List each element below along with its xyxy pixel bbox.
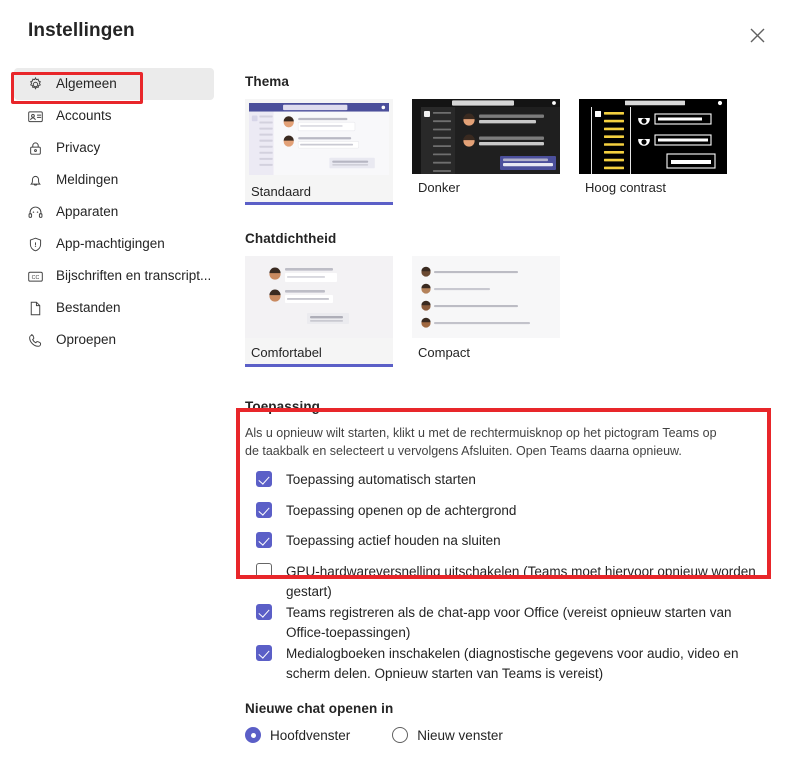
theme-option-donker[interactable]: Donker: [412, 99, 560, 205]
theme-option-hoog-contrast[interactable]: Hoog contrast: [579, 99, 727, 205]
application-checkbox-row[interactable]: Teams registreren als de chat-app voor O…: [245, 603, 786, 642]
application-checkbox-label: Toepassing actief houden na sluiten: [286, 533, 501, 549]
sidebar-item-bijschriften-en-transcript[interactable]: CC Bijschriften en transcript...: [14, 260, 214, 292]
theme-preview-image: [412, 99, 560, 174]
checkbox-checked-icon[interactable]: [256, 501, 272, 518]
chat-density-options: Comfortabel Compact: [245, 256, 786, 367]
application-checkbox-row[interactable]: Toepassing openen op de achtergrond: [245, 501, 786, 521]
application-checkbox-row[interactable]: Toepassing automatisch starten: [245, 470, 786, 490]
headset-icon: [26, 203, 44, 221]
chat-density-preview-image: [412, 256, 560, 338]
application-description: Als u opnieuw wilt starten, klikt u met …: [245, 426, 717, 459]
close-icon: [750, 28, 765, 43]
sidebar-item-app-machtigingen[interactable]: App-machtigingen: [14, 228, 214, 260]
theme-option-label: Donker: [418, 180, 460, 195]
new-chat-radio-label: Hoofdvenster: [270, 727, 351, 743]
chat-density-option-compact[interactable]: Compact: [412, 256, 560, 367]
application-checkbox-label: GPU-hardwareversnelling uitschakelen (Te…: [286, 563, 756, 599]
application-section-title: Toepassing: [245, 399, 321, 414]
application-checkbox-label: Toepassing openen op de achtergrond: [286, 502, 517, 518]
svg-text:CC: CC: [31, 275, 39, 281]
new-chat-options: Hoofdvenster Nieuw venster: [245, 727, 786, 744]
sidebar-item-meldingen[interactable]: Meldingen: [14, 164, 214, 196]
checkbox-checked-icon[interactable]: [256, 471, 272, 488]
radio-unselected-icon[interactable]: [392, 727, 409, 744]
theme-option-label: Hoog contrast: [585, 180, 666, 195]
chat-density-option-comfortabel[interactable]: Comfortabel: [245, 256, 393, 367]
gear-icon: [26, 75, 44, 93]
sidebar-item-apparaten[interactable]: Apparaten: [14, 196, 214, 228]
chat-density-section-title: Chatdichtheid: [245, 231, 337, 246]
application-checkbox-row[interactable]: GPU-hardwareversnelling uitschakelen (Te…: [245, 562, 786, 601]
sidebar-item-label: App-machtigingen: [56, 236, 165, 252]
sidebar-item-bestanden[interactable]: Bestanden: [14, 292, 214, 324]
theme-option-label: Standaard: [245, 178, 393, 205]
settings-sidebar: Algemeen Accounts Privacy Meldingen Apparate…: [0, 68, 228, 356]
theme-option-standaard[interactable]: Standaard: [245, 99, 393, 205]
new-chat-radio-nieuw-venster[interactable]: Nieuw venster: [392, 727, 503, 744]
chat-density-option-label: Compact: [418, 345, 471, 360]
sidebar-item-label: Accounts: [56, 108, 112, 124]
chat-density-section: Chatdichtheid Comfortabel Compact: [245, 231, 786, 367]
sidebar-item-label: Privacy: [56, 140, 101, 156]
new-chat-radio-label: Nieuw venster: [417, 727, 503, 743]
sidebar-item-label: Algemeen: [56, 76, 117, 92]
page-title: Instellingen: [28, 20, 135, 41]
checkbox-checked-icon[interactable]: [256, 645, 272, 662]
sidebar-item-algemeen[interactable]: Algemeen: [14, 68, 214, 100]
settings-dialog: Instellingen Algemeen Accounts Privacy Meld…: [0, 0, 786, 775]
sidebar-item-label: Bijschriften en transcript...: [56, 268, 212, 284]
chat-density-option-label: Comfortabel: [245, 338, 393, 367]
application-checkbox-row[interactable]: Toepassing actief houden na sluiten: [245, 531, 786, 551]
theme-options: Standaard Donker Hoog contrast: [245, 99, 786, 205]
new-chat-section-title: Nieuwe chat openen in: [245, 701, 394, 717]
theme-section-title: Thema: [245, 74, 290, 89]
checkbox-checked-icon[interactable]: [256, 604, 272, 621]
application-checkbox-label: Medialogboeken inschakelen (diagnostisch…: [286, 646, 739, 681]
radio-selected-icon[interactable]: [245, 727, 261, 744]
application-checkbox-label: Toepassing automatisch starten: [286, 472, 476, 488]
theme-preview-image: [245, 99, 393, 178]
application-checkbox-row[interactable]: Medialogboeken inschakelen (diagnostisch…: [245, 644, 786, 683]
checkbox-unchecked-icon[interactable]: [256, 562, 272, 579]
shield-icon: [26, 235, 44, 253]
lock-icon: [26, 139, 44, 157]
id-card-icon: [26, 107, 44, 125]
chat-density-preview-image: [245, 256, 393, 338]
new-chat-radio-hoofdvenster[interactable]: Hoofdvenster: [245, 727, 351, 744]
application-checkbox-label: Teams registreren als de chat-app voor O…: [286, 605, 732, 640]
sidebar-item-label: Meldingen: [56, 172, 119, 188]
file-icon: [26, 299, 44, 317]
close-button[interactable]: [740, 18, 774, 52]
theme-preview-image: [579, 99, 727, 174]
sidebar-item-label: Oproepen: [56, 332, 117, 348]
settings-content: Thema Standaard Donker Hoog contrast Chatd…: [245, 74, 786, 744]
sidebar-item-label: Apparaten: [56, 204, 119, 220]
bell-icon: [26, 171, 44, 189]
application-section: Toepassing Als u opnieuw wilt starten, k…: [245, 399, 786, 683]
sidebar-item-accounts[interactable]: Accounts: [14, 100, 214, 132]
theme-section: Thema Standaard Donker Hoog contrast: [245, 74, 786, 205]
sidebar-item-privacy[interactable]: Privacy: [14, 132, 214, 164]
checkbox-checked-icon[interactable]: [256, 532, 272, 549]
application-checkbox-list: Toepassing automatisch starten Toepassing…: [245, 470, 786, 683]
phone-icon: [26, 331, 44, 349]
sidebar-item-label: Bestanden: [56, 300, 121, 316]
sidebar-item-oproepen[interactable]: Oproepen: [14, 324, 214, 356]
new-chat-section: Nieuwe chat openen in Hoofdvenster Nieuw …: [245, 701, 786, 744]
closed-caption-icon: CC: [26, 267, 44, 285]
